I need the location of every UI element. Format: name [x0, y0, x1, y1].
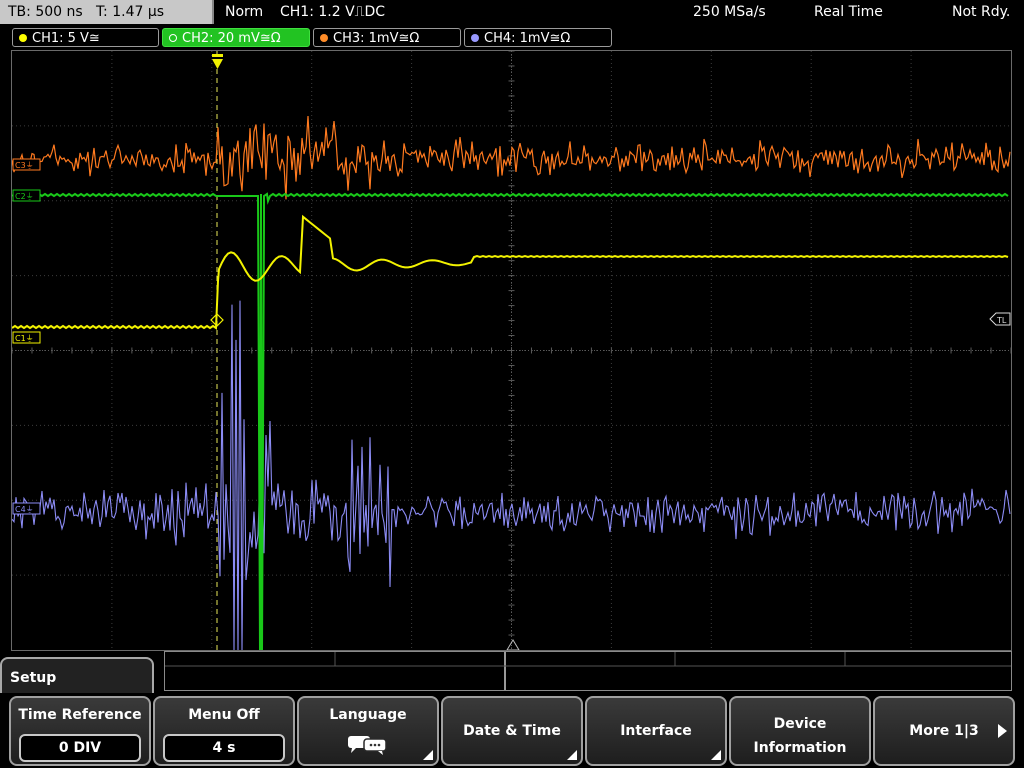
more-label: More 1|3 [909, 723, 979, 739]
tab-ch3[interactable]: CH3: 1mV≅Ω [313, 28, 461, 47]
ch3-dot-icon [320, 34, 328, 42]
ch4-offset-marker[interactable]: C4⏚ [12, 502, 41, 515]
ch2-dot-icon [169, 34, 177, 42]
ch4-label: CH4: 1mV≅Ω [484, 31, 571, 46]
ch4-dot-icon [471, 34, 479, 42]
ch2-offset-marker[interactable]: C2⏚ [12, 189, 41, 202]
strip-grid [165, 652, 1011, 690]
menu-off-button[interactable]: Menu Off 4 s [153, 696, 295, 766]
timebase-readout[interactable]: TB: 500 ns T: 1.47 µs [0, 0, 214, 24]
ch3-label: CH3: 1mV≅Ω [333, 31, 420, 46]
language-label: Language [329, 707, 407, 723]
speech-bubbles-icon [348, 736, 387, 755]
time-reference-button[interactable]: Time Reference 0 DIV [9, 696, 151, 766]
soft-menu: Time Reference 0 DIV Menu Off 4 s Langua… [0, 693, 1024, 768]
ch3-marker-label: C3⏚ [15, 161, 34, 170]
time-reference-icon [506, 639, 520, 650]
ch1-offset-marker[interactable]: C1⏚ [12, 331, 41, 344]
status-bar: TB: 500 ns T: 1.47 µs Norm CH1: 1.2 V⎍DC… [0, 0, 1024, 26]
ch1-waveform [12, 214, 1009, 330]
ch2-label: CH2: 20 mV≅Ω [182, 31, 281, 46]
device-information-line1: Device [773, 716, 827, 732]
time-reference-label: Time Reference [18, 707, 142, 723]
language-button[interactable]: Language [297, 696, 439, 766]
graticule-svg: C3⏚ C2⏚ C1⏚ C4⏚ TL [12, 51, 1011, 650]
tab-ch2[interactable]: CH2: 20 mV≅Ω [162, 28, 310, 47]
tab-ch1[interactable]: CH1: 5 V≅ [12, 28, 159, 47]
submenu-indicator-icon [711, 750, 721, 760]
menu-title-setup: Setup [0, 657, 154, 697]
next-page-icon [998, 724, 1007, 738]
trigger-level-label: TL [996, 316, 1007, 325]
more-button[interactable]: More 1|3 [873, 696, 1015, 766]
waveform-display[interactable]: C3⏚ C2⏚ C1⏚ C4⏚ TL [11, 50, 1012, 651]
interface-button[interactable]: Interface [585, 696, 727, 766]
trigger-position-marker[interactable] [212, 54, 223, 69]
ch1-dot-icon [19, 34, 27, 42]
acquisition-mode[interactable]: Real Time [814, 0, 883, 24]
trigger-level: CH1: 1.2 V [280, 4, 355, 20]
device-information-button[interactable]: Device Information [729, 696, 871, 766]
acquisition-status: Not Rdy. [952, 4, 1011, 20]
submenu-indicator-icon [423, 750, 433, 760]
ch1-label: CH1: 5 V≅ [32, 31, 100, 46]
date-time-label: Date & Time [463, 723, 561, 739]
timebase-value: TB: 500 ns [8, 4, 83, 20]
device-information-label: Device Information [731, 712, 869, 760]
channel-tabs: CH1: 5 V≅ CH2: 20 mV≅Ω CH3: 1mV≅Ω CH4: 1… [0, 26, 1024, 50]
sample-rate: 250 MSa/s [693, 4, 766, 20]
menu-off-value: 4 s [163, 734, 285, 762]
trigger-settings[interactable]: CH1: 1.2 V⎍DC [280, 0, 385, 24]
ch2-marker-label: C2⏚ [15, 192, 34, 201]
trigger-mode[interactable]: Norm [225, 0, 263, 24]
time-reference-value: 0 DIV [19, 734, 141, 762]
graticule-grid [12, 51, 1011, 650]
ch2-waveform [12, 192, 1009, 650]
interface-label: Interface [620, 723, 692, 739]
ch1-marker-label: C1⏚ [15, 334, 34, 343]
ch4-marker-label: C4⏚ [15, 505, 34, 514]
menu-off-label: Menu Off [188, 707, 260, 723]
trigger-coupling: ⎍DC [354, 4, 386, 20]
tab-ch4[interactable]: CH4: 1mV≅Ω [464, 28, 612, 47]
ch3-offset-marker[interactable]: C3⏚ [12, 158, 41, 171]
trigger-position-value: T: 1.47 µs [96, 4, 165, 20]
submenu-indicator-icon [567, 750, 577, 760]
device-information-line2: Information [753, 740, 847, 756]
measurement-strip [164, 651, 1012, 691]
trigger-level-marker[interactable]: TL [989, 312, 1011, 326]
date-time-button[interactable]: Date & Time [441, 696, 583, 766]
